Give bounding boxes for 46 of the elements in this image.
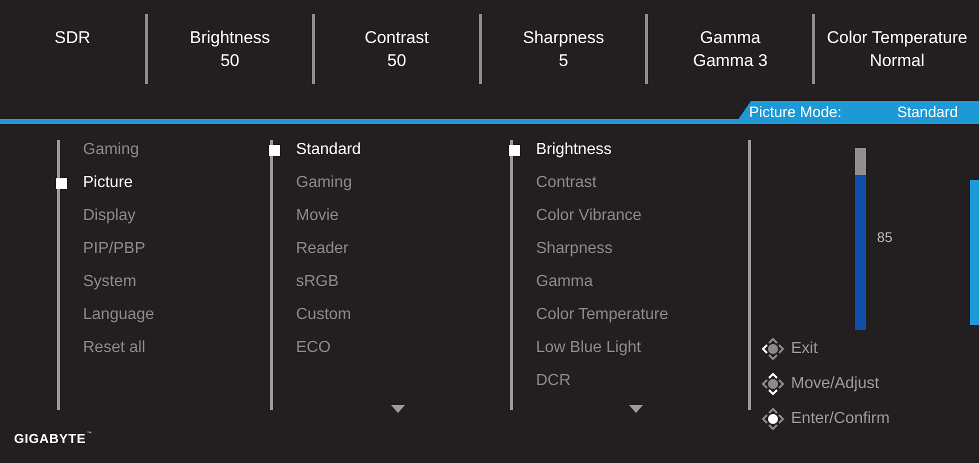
- setting-value: 5: [558, 50, 568, 72]
- menu-item[interactable]: System: [83, 272, 136, 292]
- menu-item[interactable]: Color Temperature: [536, 305, 668, 325]
- selection-marker-icon: [56, 178, 67, 189]
- setting-label: Brightness: [190, 27, 270, 49]
- menu-item[interactable]: Movie: [296, 206, 339, 226]
- menu-item[interactable]: PIP/PBP: [83, 239, 146, 259]
- menu-item[interactable]: Reset all: [83, 338, 146, 358]
- slider-value: 85: [877, 229, 893, 245]
- menu-item[interactable]: Custom: [296, 305, 352, 325]
- menu-item[interactable]: Gamma: [536, 272, 593, 292]
- menu-item[interactable]: Contrast: [536, 173, 596, 193]
- menu-item[interactable]: Display: [83, 206, 136, 226]
- setting-label: Contrast: [364, 27, 429, 49]
- menu-item[interactable]: Standard: [296, 140, 361, 160]
- hint-label: Enter/Confirm: [791, 410, 890, 428]
- menu-item[interactable]: sRGB: [296, 272, 339, 292]
- setting-value: Normal: [870, 50, 924, 72]
- joystick-icon: [761, 407, 785, 431]
- setting-value: Gamma 3: [692, 50, 768, 72]
- menu-item[interactable]: Picture: [83, 173, 133, 193]
- hint-label: Move/Adjust: [791, 375, 880, 393]
- menu-item[interactable]: Color Vibrance: [536, 206, 642, 226]
- selection-marker-icon: [509, 145, 520, 156]
- hint-label: Exit: [791, 340, 818, 358]
- menu-item[interactable]: Reader: [296, 239, 348, 259]
- menu-item[interactable]: Brightness: [536, 140, 612, 160]
- mode-value: Standard: [897, 104, 958, 121]
- menu-item[interactable]: Language: [83, 305, 154, 325]
- menu-item[interactable]: Sharpness: [536, 239, 612, 259]
- menu-item[interactable]: Gaming: [296, 173, 352, 193]
- setting-value: 50: [387, 50, 406, 72]
- joystick-icon: [761, 372, 785, 396]
- menu-item[interactable]: DCR: [536, 371, 571, 391]
- menu-item[interactable]: ECO: [296, 338, 331, 358]
- brand-logo: GIGABYTE: [14, 431, 86, 446]
- setting-value: 50: [220, 50, 240, 72]
- setting-label: Color Temperature: [826, 27, 968, 49]
- setting-label: SDR: [54, 27, 90, 49]
- menu-item[interactable]: Gaming: [83, 140, 140, 160]
- setting-label: Sharpness: [522, 27, 604, 49]
- selection-marker-icon: [269, 145, 280, 156]
- menu-item[interactable]: Low Blue Light: [536, 338, 641, 358]
- mode-label: Picture Mode:: [749, 104, 842, 121]
- joystick-icon: [761, 337, 785, 361]
- setting-label: Gamma: [700, 27, 761, 49]
